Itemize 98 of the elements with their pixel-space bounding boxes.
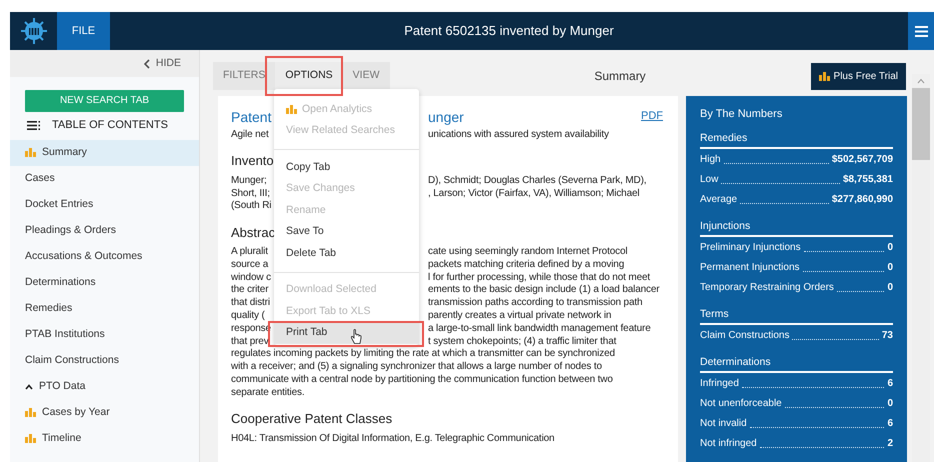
body-text: separate entities. xyxy=(231,386,304,400)
section-heading: Determinations xyxy=(700,354,893,373)
stat-value: $502,567,709 xyxy=(832,153,893,167)
bar-chart-icon xyxy=(818,72,830,80)
section-heading: Invento xyxy=(231,152,274,170)
stat-label: Preliminary Injunctions xyxy=(700,241,801,255)
stat-label: Permanent Injunctions xyxy=(700,261,800,275)
section-heading: Terms xyxy=(700,306,893,325)
bar-chart-icon xyxy=(25,148,36,157)
sidebar-item[interactable]: Claim Constructions xyxy=(10,348,199,374)
patent-title: Patent xyxy=(231,109,272,125)
body-text: unications with assured system availability xyxy=(428,128,609,142)
chevron-left-icon xyxy=(144,58,150,68)
menu-icon xyxy=(914,26,928,36)
tab[interactable]: OPTIONS xyxy=(275,62,343,90)
tab[interactable]: VIEW xyxy=(342,62,390,90)
panel-title: Summary xyxy=(593,68,646,85)
bar-chart-icon xyxy=(25,408,36,417)
sidebar-item[interactable]: PTAB Institutions xyxy=(10,322,199,348)
tab[interactable]: FILTERS xyxy=(213,62,276,90)
stat-value: 73 xyxy=(882,329,893,343)
sidebar-item[interactable]: PTO Data xyxy=(10,374,199,400)
panel-heading: By The Numbers xyxy=(700,106,784,122)
list-icon xyxy=(27,121,40,130)
body-text: Short, III; xyxy=(231,188,270,198)
bar-chart-icon xyxy=(25,434,36,443)
body-text: (South Ri xyxy=(231,199,272,214)
stat-label: Average xyxy=(700,193,738,207)
section-heading: Cooperative Patent Classes xyxy=(231,410,392,428)
stat-label: Low xyxy=(700,173,718,187)
body-text: with a receiver; and (5) a signaling synchronizer that allows a large number of nodes to xyxy=(231,360,602,374)
stat-label: High xyxy=(700,153,721,167)
stat-label: Temporary Restraining Orders xyxy=(700,281,834,295)
sidebar-item[interactable]: Timeline xyxy=(10,426,199,452)
body-text: that prev xyxy=(231,336,269,347)
stat-value: 2 xyxy=(887,437,893,451)
sidebar-item[interactable]: Cases by Year xyxy=(10,400,199,426)
stat-value: 0 xyxy=(887,397,893,411)
body-text: transmission paths according to transmission path xyxy=(428,296,642,310)
sidebar-item[interactable]: Pleadings & Orders xyxy=(10,218,199,244)
body-text: cate using seemingly random Internet Protocol xyxy=(428,245,628,260)
body-text: Agile net xyxy=(231,128,269,140)
hide-button[interactable]: HIDE xyxy=(144,56,181,72)
body-text: packets matching criteria defined by a moving xyxy=(428,258,624,272)
section-heading: Injunctions xyxy=(700,218,893,237)
stat-value: $277,860,990 xyxy=(832,193,893,207)
free-trial-button[interactable]: Plus Free Trial xyxy=(810,62,906,90)
stat-value: 0 xyxy=(887,281,893,295)
stat-label: Infringed xyxy=(700,377,739,391)
section-heading: Remedies xyxy=(700,130,893,149)
stat-label: Not infringed xyxy=(700,437,757,451)
body-text: Munger; xyxy=(231,174,267,186)
body-text: quality ( xyxy=(231,310,265,322)
body-text: l for further processing, while those that do not meet xyxy=(428,270,650,284)
window-title: Patent 6502135 invented by Munger xyxy=(404,22,614,40)
sidebar-item[interactable]: Accusations & Outcomes xyxy=(10,244,199,270)
ship-wheel-logo-icon xyxy=(20,17,48,45)
body-text: H04L: Transmission Of Digital Information, E.g. Telegraphic Communication xyxy=(231,432,554,446)
bar-chart-icon xyxy=(286,105,297,114)
stat-label: Not unenforceable xyxy=(700,397,782,411)
menu-item[interactable]: Copy Tab xyxy=(274,157,419,178)
sidebar-item[interactable]: Determinations xyxy=(10,270,199,296)
body-text: the criter xyxy=(231,284,268,296)
body-text: A pluralit xyxy=(231,246,268,258)
body-text: a large-to-small link bandwidth management feature xyxy=(428,322,651,336)
body-text: regulates incoming packets by limiting the rate at which a transmitter can be synchronized xyxy=(231,347,615,362)
stat-value: 0 xyxy=(887,241,893,255)
body-text: communicate with a central node by partitioning the communication function between two xyxy=(231,373,613,388)
body-text: D), Schmidt; Douglas Charles (Severna Park, MD), xyxy=(428,174,646,188)
scroll-up-icon xyxy=(917,78,925,84)
section-heading: Abstrac xyxy=(231,224,276,242)
pdf-link[interactable]: PDF xyxy=(641,108,663,124)
stat-value: $8,755,381 xyxy=(842,173,893,187)
sidebar-item[interactable]: Summary xyxy=(10,140,199,166)
caret-up-icon xyxy=(25,384,33,390)
menu-item[interactable]: Save To xyxy=(274,222,419,243)
scrollbar-thumb[interactable] xyxy=(912,88,930,160)
menu-button[interactable] xyxy=(908,12,934,50)
table-of-contents-label: TABLE OF CONTENTS xyxy=(52,118,168,134)
body-text: source a xyxy=(231,258,268,270)
sidebar-item[interactable]: Remedies xyxy=(10,296,199,322)
stat-value: 0 xyxy=(887,261,893,275)
stat-label: Claim Constructions xyxy=(700,329,790,343)
stat-value: 6 xyxy=(887,417,893,431)
patent-title: unger xyxy=(428,108,464,127)
menu-item[interactable]: Delete Tab xyxy=(274,243,419,264)
body-text: t system chokepoints; (4) a traffic limiter that xyxy=(428,334,616,348)
body-text: window c xyxy=(231,272,271,283)
body-text: that distri xyxy=(231,297,270,308)
stat-value: 6 xyxy=(887,377,893,391)
body-text: parently creates a virtual private network in xyxy=(428,309,612,324)
body-text: , Larson; Victor (Fairfax, VA), Williamson; Michael xyxy=(428,186,640,200)
menu-item[interactable]: Print Tab xyxy=(274,322,419,344)
stat-label: Not invalid xyxy=(700,417,747,431)
sidebar-item[interactable]: Docket Entries xyxy=(10,192,199,218)
body-text: ements to the basic design include (1) a load balancer xyxy=(428,283,660,298)
sidebar-item[interactable]: Cases xyxy=(10,166,199,192)
file-button[interactable]: FILE xyxy=(57,12,110,50)
